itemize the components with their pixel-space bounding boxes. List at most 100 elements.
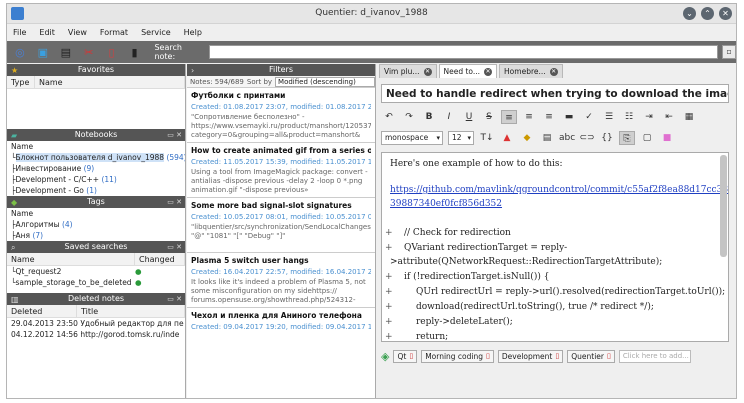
notebook-item[interactable]: ├Development - C/C++ (11)	[7, 174, 185, 185]
sync-icon[interactable]: ◎	[11, 44, 29, 61]
note-tabs: Vim plu... ✕ Need to... ✕ Homebre... ✕	[377, 64, 736, 78]
maximize-icon[interactable]: ⌃	[701, 7, 714, 20]
table-icon[interactable]: ▦	[681, 110, 697, 124]
underline-icon[interactable]: U	[461, 110, 477, 124]
notebook-item[interactable]: └Блокнот пользователя d_ivanov_1988 (594…	[7, 152, 185, 163]
deleted-note-item[interactable]: 29.04.2013 23:50 Удобный редактор для пе	[7, 318, 185, 329]
bold-icon[interactable]: B	[421, 110, 437, 124]
remove-tag-icon[interactable]: ▯	[409, 351, 413, 362]
cut-icon[interactable]: ✂	[80, 44, 98, 61]
panel-float-icon[interactable]: ▭ ✕	[167, 129, 182, 141]
note-tags-bar: ◈ Qt ▯ Morning coding ▯ Development ▯ Quent…	[381, 349, 691, 363]
tags-col-name: Name	[11, 209, 34, 218]
search-label: Search note:	[154, 43, 182, 61]
tab-note-active[interactable]: Need to... ✕	[438, 64, 498, 78]
delete-icon[interactable]: ▯	[103, 44, 121, 61]
spellcheck-icon[interactable]: abc	[559, 131, 575, 145]
chevron-right-icon[interactable]: ›	[191, 65, 194, 77]
menu-service[interactable]: Service	[141, 28, 171, 37]
search-icon: ⌕	[11, 243, 16, 252]
saved-searches-columns: Name Changed	[7, 253, 185, 266]
tags-header: ◆ Tags ▭ ✕	[7, 196, 185, 208]
highlight-icon[interactable]: ◆	[519, 131, 535, 145]
menu-help[interactable]: Help	[184, 28, 202, 37]
note-item[interactable]: Plasma 5 switch user hangs Created: 16.0…	[187, 253, 375, 308]
search-input[interactable]	[208, 45, 719, 59]
note-editor[interactable]: Here's one example of how to do this: ht…	[381, 152, 729, 342]
horizontal-line-icon[interactable]: ▬	[561, 110, 577, 124]
color-swatch-icon[interactable]: ■	[659, 131, 675, 145]
tab-close-icon[interactable]: ✕	[423, 67, 432, 76]
outdent-icon[interactable]: ⇤	[661, 110, 677, 124]
note-tag-chip[interactable]: Qt ▯	[393, 349, 418, 363]
deleted-notes-columns: Deleted Title	[7, 305, 185, 318]
note-title-field[interactable]: Need to handle redirect when trying to d…	[381, 84, 729, 103]
align-right-icon[interactable]: ≡	[541, 110, 557, 124]
editor-panel: Vim plu... ✕ Need to... ✕ Homebre... ✕ Need…	[377, 64, 736, 398]
saved-search-item[interactable]: └sample_storage_to_be_deleted ●	[7, 277, 185, 288]
menu-edit[interactable]: Edit	[39, 28, 55, 37]
remove-tag-icon[interactable]: ▯	[607, 351, 611, 362]
notes-sort-bar: Notes: 594/689 Sort by Modified (descend…	[187, 76, 375, 88]
bullet-list-icon[interactable]: ☰	[601, 110, 617, 124]
indent-icon[interactable]: ⇥	[641, 110, 657, 124]
tag-icon: ◆	[11, 198, 18, 207]
format-toolbar-row1: ↶ ↷ B I U S ≡ ≡ ≡ ▬ ✓ ☰ ☷ ⇥ ⇤ ▦	[381, 108, 701, 126]
note-item[interactable]: Some more bad signal-slot signatures Cre…	[187, 198, 375, 253]
note-tag-chip[interactable]: Development ▯	[497, 349, 564, 363]
text-size-icon[interactable]: T↓	[479, 131, 495, 145]
note-item[interactable]: Чехол и пленка для Аниного телефона Crea…	[187, 308, 375, 363]
save-search-icon[interactable]: ▫	[722, 45, 736, 59]
italic-icon[interactable]: I	[441, 110, 457, 124]
notes-list-panel: › Filters Notes: 594/689 Sort by Modifie…	[187, 64, 376, 398]
filters-header[interactable]: › Filters	[187, 64, 375, 76]
saved-searches-header: ⌕ Saved searches ▭ ✕	[7, 241, 185, 253]
note-item[interactable]: How to create animated gif from a series…	[187, 143, 375, 198]
tab-close-icon[interactable]: ✕	[549, 67, 558, 76]
redo-icon[interactable]: ↷	[401, 110, 417, 124]
menu-format[interactable]: Format	[100, 28, 128, 37]
tab-note[interactable]: Homebre... ✕	[499, 64, 563, 78]
remove-tag-icon[interactable]: ▯	[555, 351, 559, 362]
minimize-icon[interactable]: ⌄	[683, 7, 696, 20]
menu-file[interactable]: File	[13, 28, 26, 37]
notebook-item[interactable]: ├Development - Go (1)	[7, 185, 185, 196]
tag-item[interactable]: ├Аня (7)	[7, 230, 185, 241]
note-tag-chip[interactable]: Morning coding ▯	[421, 349, 494, 363]
code-icon[interactable]: {}	[599, 131, 615, 145]
editor-scrollbar[interactable]	[720, 155, 727, 257]
more-icon[interactable]: ▢	[639, 131, 655, 145]
notebook-item[interactable]: ├Инвестирование (9)	[7, 163, 185, 174]
tab-close-icon[interactable]: ✕	[484, 67, 493, 76]
tag-item[interactable]: ├Алгоритмы (4)	[7, 219, 185, 230]
align-center-icon[interactable]: ≡	[521, 110, 537, 124]
remove-tag-icon[interactable]: ▯	[486, 351, 490, 362]
close-icon[interactable]: ✕	[719, 7, 732, 20]
attach-icon[interactable]: ⎘	[619, 131, 635, 145]
numbered-list-icon[interactable]: ☷	[621, 110, 637, 124]
text-color-icon[interactable]: ▲	[499, 131, 515, 145]
checkbox-icon[interactable]: ✓	[581, 110, 597, 124]
window-title: Quentier: d_ivanov_1988	[315, 8, 428, 18]
print-icon[interactable]: ▤	[57, 44, 75, 61]
notebooks-col-name: Name	[11, 142, 34, 151]
add-tag-input[interactable]: Click here to add...	[618, 349, 691, 363]
favorites-header: ★ Favorites	[7, 64, 185, 76]
note-item[interactable]: Футболки с принтами Created: 01.08.2017 …	[187, 88, 375, 143]
align-left-icon[interactable]: ≡	[501, 110, 517, 124]
menu-view[interactable]: View	[68, 28, 87, 37]
sort-select[interactable]: Modified (descending)	[275, 76, 375, 87]
undo-icon[interactable]: ↶	[381, 110, 397, 124]
insert-icon[interactable]: ▤	[539, 131, 555, 145]
new-note-icon[interactable]: ▮	[126, 44, 144, 61]
tab-note[interactable]: Vim plu... ✕	[379, 64, 437, 78]
font-size-select[interactable]: 12	[448, 131, 474, 145]
saved-search-item[interactable]: └Qt_request2 ●	[7, 266, 185, 277]
link-icon[interactable]: ⊂⊃	[579, 131, 595, 145]
note-tag-chip[interactable]: Quentier ▯	[567, 349, 615, 363]
deleted-note-item[interactable]: 04.12.2012 14:56 http://gorod.tomsk.ru/i…	[7, 329, 185, 340]
strikethrough-icon[interactable]: S	[481, 110, 497, 124]
font-family-select[interactable]: monospace	[381, 131, 443, 145]
main-window: Quentier: d_ivanov_1988 ⌄ ⌃ ✕ File Edit …	[6, 3, 737, 399]
new-notebook-icon[interactable]: ▣	[34, 44, 52, 61]
